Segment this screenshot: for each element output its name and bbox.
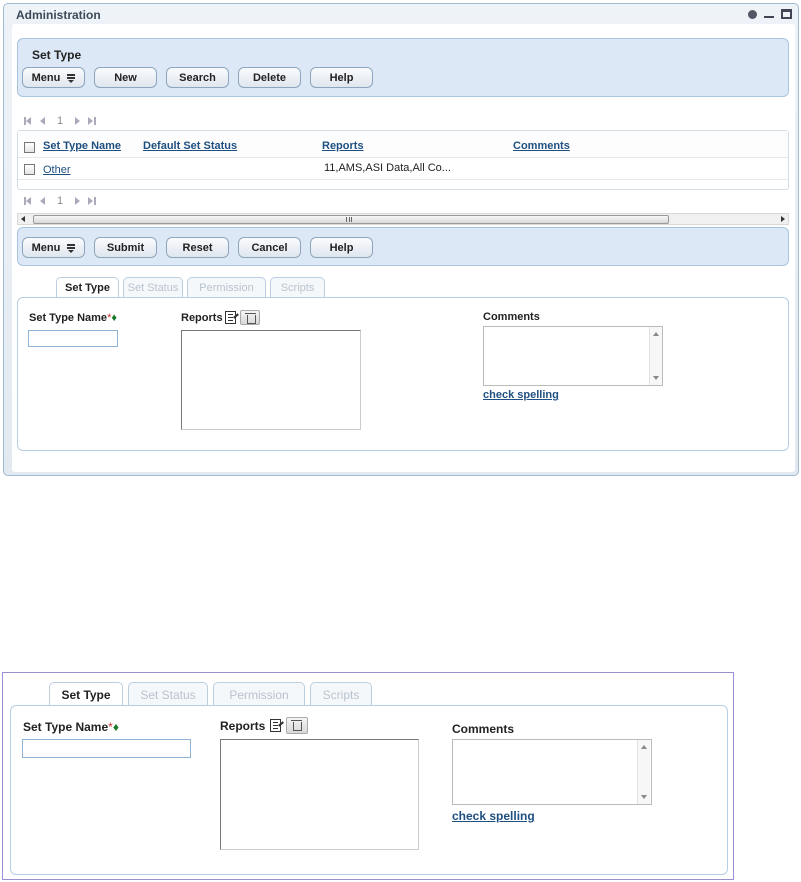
set-type-name-label-text: Set Type Name	[23, 720, 109, 734]
scroll-down-icon[interactable]	[641, 795, 647, 799]
reset-button[interactable]: Reset	[166, 237, 229, 258]
form-tabs: Set Type Set Status Permission Scripts	[49, 682, 372, 706]
set-type-toolbar: Set Type Menu New Search Delete Help	[17, 38, 789, 97]
tab-set-type[interactable]: Set Type	[56, 277, 119, 298]
maximize-icon[interactable]	[781, 9, 792, 19]
comments-scrollbar[interactable]	[637, 740, 650, 804]
reports-label: Reports	[181, 312, 223, 324]
set-type-form: Set Type Name*♦ Reports Comments check s…	[17, 297, 789, 451]
panel-title: Set Type	[32, 48, 82, 62]
row-checkbox[interactable]	[24, 164, 35, 175]
required-diamond-icon: ♦	[112, 720, 119, 734]
scrollbar-thumb[interactable]	[33, 215, 669, 224]
scroll-right-icon[interactable]	[781, 216, 785, 222]
row-reports: 11,AMS,ASI Data,All Co...	[324, 162, 451, 174]
last-page-icon[interactable]	[88, 117, 97, 125]
first-page-icon[interactable]	[24, 197, 32, 205]
window-content: Set Type Menu New Search Delete Help 1 S…	[12, 24, 795, 472]
new-button[interactable]: New	[94, 67, 157, 88]
window-title: Administration	[16, 8, 101, 22]
set-type-grid: Set Type Name Default Set Status Reports…	[17, 130, 789, 190]
prev-page-icon[interactable]	[40, 197, 45, 205]
search-button[interactable]: Search	[166, 67, 229, 88]
tab-set-status[interactable]: Set Status	[128, 682, 208, 706]
menu-button[interactable]: Menu	[22, 237, 85, 258]
tab-permission[interactable]: Permission	[187, 277, 266, 298]
first-page-icon[interactable]	[24, 117, 32, 125]
refresh-icon[interactable]	[748, 10, 757, 19]
required-diamond-icon: ♦	[111, 312, 117, 324]
scroll-left-icon[interactable]	[21, 216, 25, 222]
trash-icon[interactable]	[240, 310, 260, 325]
select-all-checkbox[interactable]	[24, 142, 35, 153]
help-button[interactable]: Help	[310, 67, 373, 88]
administration-window: Administration Set Type Menu New Search …	[3, 3, 799, 476]
cancel-button[interactable]: Cancel	[238, 237, 301, 258]
set-type-name-label: Set Type Name*♦	[29, 312, 117, 324]
comments-label: Comments	[452, 722, 515, 736]
scroll-up-icon[interactable]	[641, 745, 647, 749]
scroll-down-icon[interactable]	[653, 376, 659, 380]
page-number: 1	[57, 115, 64, 127]
submit-button[interactable]: Submit	[94, 237, 157, 258]
menu-dropdown-icon	[67, 74, 76, 83]
column-default-set-status[interactable]: Default Set Status	[143, 140, 237, 152]
horizontal-scrollbar[interactable]	[17, 213, 789, 225]
pager-top: 1	[24, 115, 97, 127]
tab-scripts[interactable]: Scripts	[270, 277, 325, 298]
tab-set-status[interactable]: Set Status	[123, 277, 183, 298]
edit-reports-icon[interactable]	[225, 311, 236, 324]
help-button[interactable]: Help	[310, 237, 373, 258]
comments-textarea[interactable]	[483, 326, 663, 386]
tab-scripts[interactable]: Scripts	[310, 682, 372, 706]
trash-icon[interactable]	[286, 717, 308, 734]
comments-scrollbar[interactable]	[649, 327, 662, 385]
column-comments[interactable]: Comments	[513, 140, 570, 152]
grip-icon	[346, 217, 352, 222]
scroll-up-icon[interactable]	[653, 332, 659, 336]
next-page-icon[interactable]	[75, 117, 81, 125]
reports-label: Reports	[220, 719, 266, 733]
set-type-form: Set Type Name*♦ Reports Comments check s…	[10, 705, 728, 875]
window-controls	[748, 8, 792, 20]
minimize-icon[interactable]	[763, 8, 775, 20]
menu-button-label: Menu	[31, 71, 61, 84]
reports-list[interactable]	[181, 330, 361, 430]
set-type-name-input[interactable]	[22, 739, 191, 758]
menu-dropdown-icon	[67, 244, 76, 253]
page-number: 1	[57, 195, 64, 207]
menu-button[interactable]: Menu	[22, 67, 85, 88]
next-page-icon[interactable]	[75, 197, 81, 205]
menu-button-label: Menu	[31, 241, 61, 254]
comments-label: Comments	[483, 311, 540, 323]
tab-set-type[interactable]: Set Type	[49, 682, 123, 706]
pager-bottom: 1	[24, 195, 97, 207]
action-toolbar: Menu Submit Reset Cancel Help	[17, 227, 789, 266]
reports-list[interactable]	[220, 739, 419, 850]
delete-button[interactable]: Delete	[238, 67, 301, 88]
column-set-type-name[interactable]: Set Type Name	[43, 140, 121, 152]
check-spelling-link[interactable]: check spelling	[483, 389, 559, 401]
comments-textarea[interactable]	[452, 739, 652, 805]
edit-reports-icon[interactable]	[270, 719, 281, 732]
row-set-type-name[interactable]: Other	[43, 164, 71, 176]
check-spelling-link[interactable]: check spelling	[452, 809, 535, 823]
tab-permission[interactable]: Permission	[213, 682, 305, 706]
column-reports[interactable]: Reports	[322, 140, 364, 152]
last-page-icon[interactable]	[88, 197, 97, 205]
form-tabs: Set Type Set Status Permission Scripts	[56, 277, 325, 298]
set-type-name-label: Set Type Name*♦	[23, 720, 119, 734]
set-type-name-input[interactable]	[28, 330, 118, 347]
table-row[interactable]: Other 11,AMS,ASI Data,All Co...	[18, 159, 788, 180]
set-type-name-label-text: Set Type Name	[29, 312, 108, 324]
zoomed-form-detail: Set Type Set Status Permission Scripts S…	[2, 672, 734, 880]
prev-page-icon[interactable]	[40, 117, 45, 125]
grid-header: Set Type Name Default Set Status Reports…	[18, 131, 788, 158]
